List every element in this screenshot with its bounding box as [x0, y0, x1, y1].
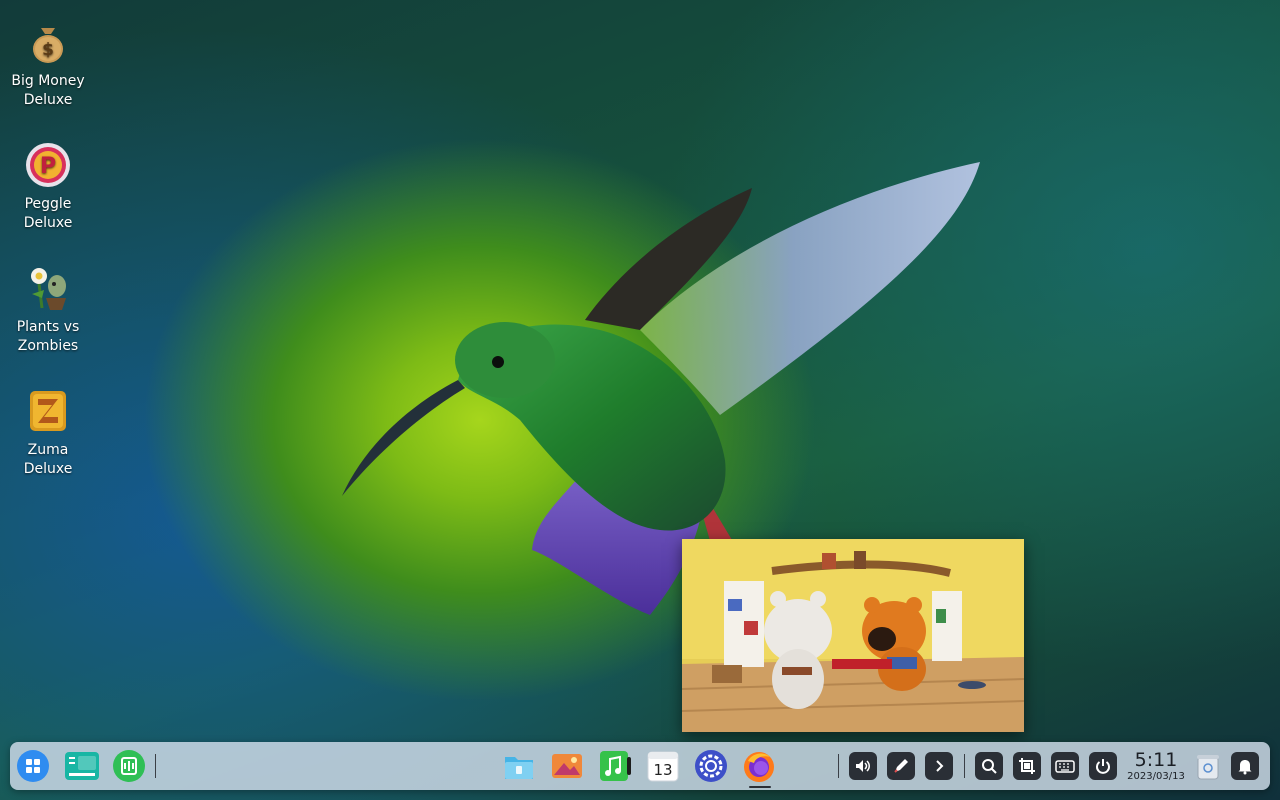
desktop-icon-label: Plants vs Zombies [16, 319, 80, 354]
search-icon [982, 759, 997, 774]
plants-vs-zombies-icon [24, 264, 72, 312]
bell-icon [1238, 760, 1252, 775]
power-button[interactable] [1089, 752, 1117, 780]
settings-button[interactable] [694, 749, 728, 783]
desktop-icon-plants-vs-zombies[interactable]: Plants vs Zombies [4, 264, 92, 356]
desktop-icon-label: Peggle Deluxe [23, 196, 73, 231]
desktop-icon-peggle-deluxe[interactable]: P Peggle Deluxe [4, 141, 92, 233]
multitask-icon [65, 752, 99, 780]
image-viewer-button[interactable] [550, 749, 584, 783]
cartoon-bears-video [682, 539, 1024, 732]
peggle-icon: P [24, 141, 72, 189]
notifications-button[interactable] [1231, 752, 1259, 780]
keyboard-button[interactable] [1051, 752, 1079, 780]
taskbar: 13 5:11 2023/03/13 [10, 742, 1270, 790]
clock[interactable]: 5:11 2023/03/13 [1126, 749, 1186, 783]
calendar-button[interactable]: 13 [646, 749, 680, 783]
clock-date: 2023/03/13 [1127, 771, 1185, 782]
multitask-view-button[interactable] [64, 749, 100, 783]
store-icon [113, 750, 145, 782]
video-pip-window[interactable] [682, 539, 1024, 732]
music-icon [600, 751, 631, 781]
calendar-icon: 13 [647, 751, 679, 782]
svg-text:$: $ [42, 40, 54, 60]
firefox-button[interactable] [742, 749, 776, 783]
gear-icon [695, 750, 727, 782]
taskbar-separator [155, 754, 156, 778]
firefox-icon [744, 752, 774, 782]
chevron-right-icon [936, 760, 944, 772]
wallpaper-hummingbird [342, 162, 980, 615]
keyboard-icon [1055, 760, 1075, 773]
svg-text:P: P [40, 154, 56, 179]
desktop: $ Big Money Deluxe P Peggle Deluxe Plant… [0, 0, 1280, 800]
desktop-icon-big-money-deluxe[interactable]: $ Big Money Deluxe [4, 18, 92, 110]
desktop-icon-label: Zuma Deluxe [23, 442, 73, 477]
image-viewer-icon [552, 754, 582, 778]
volume-button[interactable] [849, 752, 877, 780]
music-button[interactable] [598, 749, 632, 783]
expand-tray-button[interactable] [925, 752, 953, 780]
launcher-grid-icon [17, 750, 49, 782]
app-store-button[interactable] [112, 749, 146, 783]
screenshot-button[interactable] [1013, 752, 1041, 780]
taskbar-separator [964, 754, 965, 778]
taskbar-separator [838, 754, 839, 778]
pen-button[interactable] [887, 752, 915, 780]
desktop-icon-label: Big Money Deluxe [11, 73, 85, 108]
volume-icon [856, 760, 870, 772]
pen-icon [894, 759, 908, 773]
trash-button[interactable] [1191, 749, 1225, 783]
desktop-icon-zuma-deluxe[interactable]: Zuma Deluxe [4, 387, 92, 479]
firefox-active-indicator [749, 786, 771, 788]
zuma-icon [24, 387, 72, 435]
money-bag-icon: $ [24, 18, 72, 66]
power-icon [1096, 759, 1110, 774]
launcher-button[interactable] [16, 749, 50, 783]
folder-icon [505, 757, 533, 779]
calendar-day-number: 13 [653, 761, 672, 779]
file-manager-button[interactable] [502, 749, 536, 783]
trash-icon [1197, 755, 1219, 780]
search-button[interactable] [975, 752, 1003, 780]
screenshot-icon [1019, 758, 1035, 774]
clock-time: 5:11 [1134, 749, 1178, 771]
